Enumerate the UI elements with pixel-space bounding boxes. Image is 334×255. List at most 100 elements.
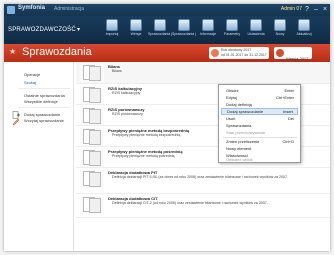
menu-item-shortcut: Insert: [282, 109, 293, 114]
menu-item-label: Odśwież widok: [226, 157, 253, 162]
sidebar-divider: [18, 107, 70, 108]
help-window-icon[interactable]: ?: [303, 5, 311, 14]
sidebar-item-search[interactable]: Szukaj: [24, 80, 36, 85]
page-icon: [89, 88, 101, 103]
toolbar-button-label: Informacje: [199, 32, 217, 36]
menu-item-label: Zmień przeliczenie: [226, 139, 260, 144]
menu-item-label: Dodaj sprawozdanie: [227, 109, 264, 114]
toolbar-button-label: Nowy: [275, 32, 285, 36]
page-icon: [89, 66, 101, 81]
app-name: Symfonia: [18, 5, 46, 11]
sidebar: Operacje Szukaj Ostatnie sprawozdania Ws…: [4, 62, 74, 251]
title-bar: Symfonia Administracja Admin 07 ? – ×: [4, 4, 330, 16]
app-subtitle: Administracja: [54, 6, 85, 12]
page-title: Sprawozdania: [22, 46, 92, 58]
minimize-button[interactable]: –: [312, 5, 320, 14]
page-icon: [89, 198, 101, 213]
menu-item-label: Edytuj: [226, 95, 238, 100]
user-name[interactable]: Admin 07: [281, 6, 302, 12]
toolbar: SPRAWOZDAWCZOŚĆ ▾ Importuj Wersje Sprawo…: [4, 16, 330, 44]
sidebar-divider: [18, 88, 70, 89]
menu-item-edit[interactable]: Edytuj Ctrl+Enter: [221, 94, 298, 101]
toolbar-button-label: Aktualizuj: [296, 32, 312, 36]
menu-item-change-calculation[interactable]: Zmień przeliczenie Ctrl+D: [221, 138, 298, 145]
toolbar-button-xml-report[interactable]: Sprawozdania (XML): [148, 18, 172, 42]
menu-item-label: Stan przechowywania: [226, 130, 265, 135]
page-icon: [89, 151, 101, 166]
menu-item-label: Otwórz: [226, 88, 239, 93]
sidebar-item-load-report[interactable]: Wczytaj sprawozdanie: [24, 118, 64, 123]
toolbar-button-settings[interactable]: Ustawienia: [244, 18, 268, 42]
toolbar-button-label: Wersje: [130, 32, 142, 36]
parameters-icon: [226, 19, 238, 31]
sidebar-item-recent-reports[interactable]: Ostatnie sprawozdania: [24, 93, 65, 98]
settings-icon: [250, 19, 262, 31]
toolbar-button-label: Importuj: [105, 32, 119, 36]
sidebar-item-operations[interactable]: Operacje: [24, 72, 40, 77]
document-thumbnail-icon: [80, 64, 104, 82]
document-thumbnail-icon: [80, 196, 104, 214]
favorite-star-icon[interactable]: ★: [9, 47, 16, 56]
report-subtitle: Definicja deklaracji PIT 5 /5L (za okres…: [112, 175, 288, 179]
edit-pencil-icon[interactable]: [12, 118, 20, 126]
toolbar-button-new[interactable]: Nowy: [268, 18, 292, 42]
report-subtitle: Bilans: [112, 69, 122, 73]
toolbar-button-update[interactable]: Aktualizuj: [292, 18, 316, 42]
document-thumbnail-icon: [80, 86, 104, 104]
page-icon: [89, 172, 101, 187]
context-menu: Otwórz Enter Edytuj Ctrl+Enter Dodaj def…: [218, 84, 301, 163]
info-icon: [202, 19, 214, 31]
menu-item-shortcut: Del: [287, 116, 294, 121]
update-icon: [298, 19, 310, 31]
toolbar-button-parameters[interactable]: Parametry: [220, 18, 244, 42]
document-thumbnail-icon: [80, 128, 104, 146]
menu-item-label: Nowy element: [226, 146, 252, 151]
sidebar-item-add-report[interactable]: Dodaj sprawozdanie: [24, 112, 60, 117]
app-logo-icon: [7, 6, 15, 14]
pdf-report-icon: [178, 19, 190, 31]
menu-item-label: Usuń: [226, 116, 236, 121]
version-button[interactable]: Wersja 2017: [274, 47, 313, 61]
menu-item-open[interactable]: Otwórz Enter: [221, 87, 298, 94]
menu-item-storage-state[interactable]: Stan przechowywania: [221, 129, 298, 136]
menu-item-reports[interactable]: Sprawozdania: [221, 122, 298, 129]
version-icon: [276, 49, 284, 57]
document-thumbnail-icon: [80, 107, 104, 125]
app-window: Symfonia Administracja Admin 07 ? – × SP…: [4, 4, 330, 251]
document-thumbnail-icon: [80, 149, 104, 167]
sidebar-item-all-definitions[interactable]: Wszystkie definicje: [24, 99, 58, 104]
list-item[interactable]: Deklaracja dodatkowa CIT Definicja dekla…: [76, 194, 330, 218]
menu-item-add-definition[interactable]: Dodaj definicję: [221, 101, 298, 108]
page-icon: [89, 130, 101, 145]
page-header: ★ Sprawozdania Rok obrotowy 2017 od 01.0…: [4, 44, 330, 62]
fiscal-year-label: Rok obrotowy 2017: [221, 48, 252, 52]
toolbar-button-label: Sprawozdania (PDF): [172, 32, 196, 36]
menu-item-refresh[interactable]: Odśwież widok: [221, 157, 298, 163]
toolbar-button-label: Ustawienia: [247, 32, 265, 36]
close-button[interactable]: ×: [321, 5, 329, 14]
menu-item-label: Sprawozdania: [226, 123, 252, 128]
module-caret-icon[interactable]: ▾: [77, 26, 80, 33]
toolbar-button-pdf-report[interactable]: Sprawozdania (PDF): [172, 18, 196, 42]
menu-item-shortcut: Ctrl+Enter: [275, 95, 294, 100]
module-title[interactable]: SPRAWOZDAWCZOŚĆ: [8, 27, 76, 33]
calendar-icon: [211, 49, 219, 57]
toolbar-button-info[interactable]: Informacje: [196, 18, 220, 42]
report-subtitle: Definicja deklaracji CIT-2 (od roku 2006…: [112, 201, 268, 205]
xml-report-icon: [154, 19, 166, 31]
toolbar-button-versions[interactable]: Wersje: [124, 18, 148, 42]
fiscal-year-panel[interactable]: Rok obrotowy 2017 od 01.01.2017 do 31.12…: [209, 47, 269, 59]
list-item[interactable]: Bilans Bilans: [76, 62, 330, 84]
version-label: Wersja 2017: [286, 56, 309, 61]
import-icon: [106, 19, 118, 31]
page-icon: [89, 109, 101, 124]
new-icon: [274, 19, 286, 31]
menu-item-shortcut: Ctrl+D: [282, 139, 294, 144]
list-item[interactable]: Deklaracja dodatkowa PIT Definicja dekla…: [76, 168, 330, 194]
menu-item-delete[interactable]: Usuń Del: [221, 115, 298, 122]
menu-item-new-element[interactable]: Nowy element: [221, 145, 298, 152]
document-thumbnail-icon: [80, 170, 104, 188]
toolbar-button-import[interactable]: Importuj: [100, 18, 124, 42]
menu-item-add-report[interactable]: Dodaj sprawozdanie Insert: [221, 108, 298, 115]
menu-item-shortcut: Enter: [284, 88, 294, 93]
